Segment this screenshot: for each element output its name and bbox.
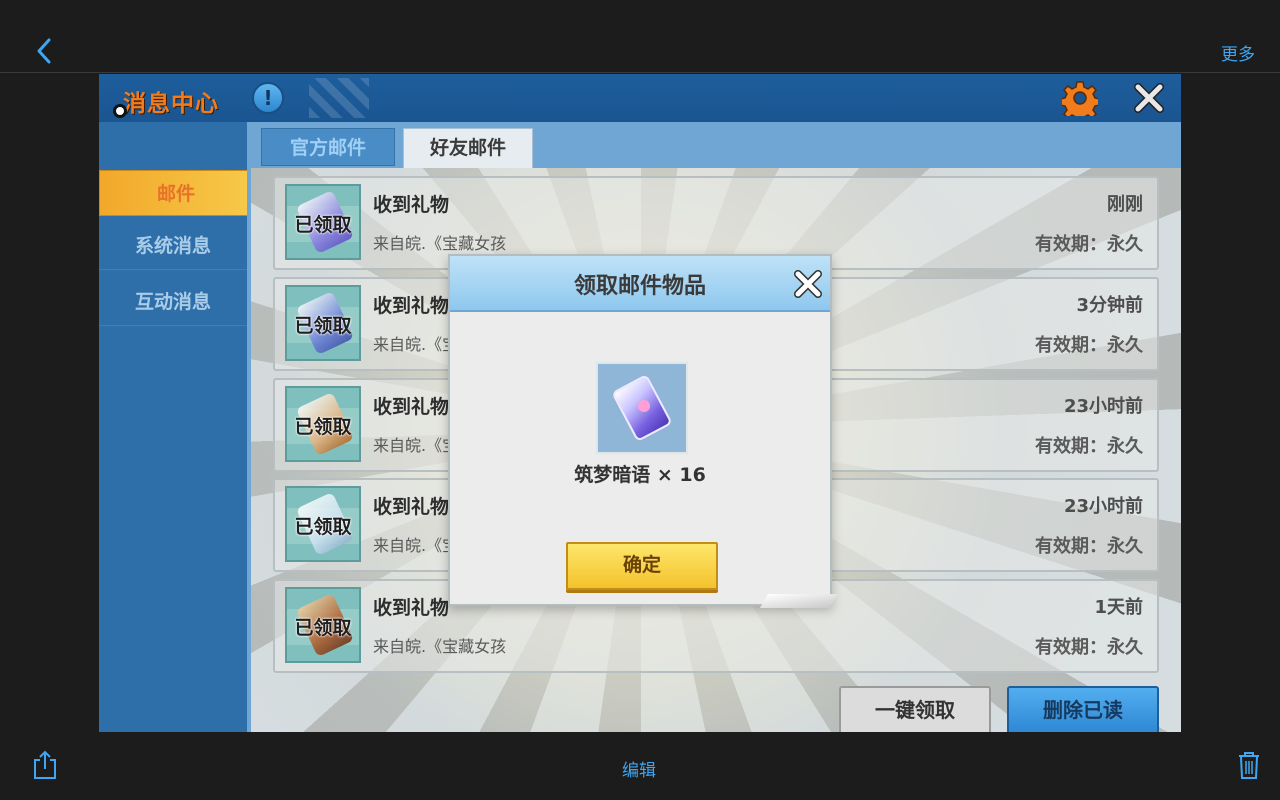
bottom-toolbar: 编辑: [0, 732, 1280, 800]
tab-official-mail[interactable]: 官方邮件: [261, 128, 395, 166]
page-title: 消息中心: [123, 91, 219, 117]
mail-sender: 来自皖.《宝藏女孩: [373, 234, 507, 253]
mail-title: 收到礼物: [373, 496, 450, 518]
edit-button[interactable]: 编辑: [622, 756, 656, 781]
trash-icon: [1239, 752, 1259, 779]
mail-sender: 来自皖.《宝: [373, 436, 459, 455]
settings-button[interactable]: [1059, 80, 1101, 123]
top-nav-bar: 更多: [0, 0, 1280, 73]
close-icon: [794, 270, 822, 298]
confirm-button[interactable]: 确定: [566, 542, 718, 590]
info-icon[interactable]: !: [252, 82, 284, 114]
close-icon: [1134, 83, 1164, 113]
more-button[interactable]: 更多: [1221, 40, 1255, 65]
gift-thumbnail: 已领取: [285, 184, 361, 260]
dialog-title: 领取邮件物品: [573, 274, 706, 299]
mail-sender: 来自皖.《宝: [373, 536, 459, 555]
mail-time: 3分钟前: [1076, 295, 1143, 316]
claimed-label: 已领取: [294, 516, 352, 538]
header-decoration: [309, 78, 369, 118]
dialog-close-button[interactable]: [792, 268, 824, 300]
mail-time: 23小时前: [1063, 496, 1143, 517]
mail-expiry: 有效期：永久: [1035, 436, 1143, 457]
back-button[interactable]: [30, 36, 60, 66]
mail-time: 23小时前: [1063, 396, 1143, 417]
gear-icon: [1059, 81, 1101, 123]
gift-thumbnail: 已领取: [285, 285, 361, 361]
dialog-header: 领取邮件物品: [450, 256, 830, 312]
mail-expiry: 有效期：永久: [1035, 335, 1143, 356]
chevron-left-icon: [37, 38, 51, 64]
mail-expiry: 有效期：永久: [1035, 536, 1143, 557]
delete-read-button[interactable]: 删除已读: [1007, 686, 1159, 732]
claim-all-button[interactable]: 一键领取: [839, 686, 991, 732]
delete-button[interactable]: [1238, 750, 1260, 780]
gift-thumbnail: 已领取: [285, 386, 361, 462]
close-button[interactable]: [1133, 82, 1165, 114]
reward-item-icon: [596, 362, 688, 454]
mail-title: 收到礼物: [373, 295, 450, 317]
tab-friend-mail[interactable]: 好友邮件: [403, 128, 533, 170]
mail-time: 刚刚: [1107, 194, 1143, 215]
gift-thumbnail: 已领取: [285, 587, 361, 663]
claimed-label: 已领取: [294, 416, 352, 438]
sidebar-item-mail[interactable]: 邮件: [99, 170, 253, 216]
share-button[interactable]: [32, 750, 58, 780]
mail-sender: 来自皖.《宝藏女孩: [373, 637, 507, 656]
mail-title: 收到礼物: [373, 194, 450, 216]
mail-title: 收到礼物: [373, 597, 450, 619]
sidebar-item-system[interactable]: 系统消息: [99, 222, 247, 270]
claimed-label: 已领取: [294, 315, 352, 337]
mail-time: 1天前: [1094, 597, 1143, 618]
sidebar: 邮件 系统消息 互动消息: [99, 122, 253, 732]
claimed-label: 已领取: [294, 617, 352, 639]
claimed-label: 已领取: [294, 214, 352, 236]
mail-expiry: 有效期：永久: [1035, 637, 1143, 658]
sidebar-item-interaction[interactable]: 互动消息: [99, 278, 247, 326]
claim-dialog: 领取邮件物品 筑梦暗语 × 16 确定: [448, 254, 839, 608]
share-icon: [34, 750, 56, 779]
paper-corner: [759, 594, 839, 608]
cursor-dot: [113, 104, 127, 118]
game-header: 消息中心 !: [99, 74, 1181, 123]
gift-thumbnail: 已领取: [285, 486, 361, 562]
mail-sender: 来自皖.《宝: [373, 335, 459, 354]
mail-title: 收到礼物: [373, 396, 450, 418]
reward-item-label: 筑梦暗语 × 16: [574, 464, 706, 486]
mail-expiry: 有效期：永久: [1035, 234, 1143, 255]
